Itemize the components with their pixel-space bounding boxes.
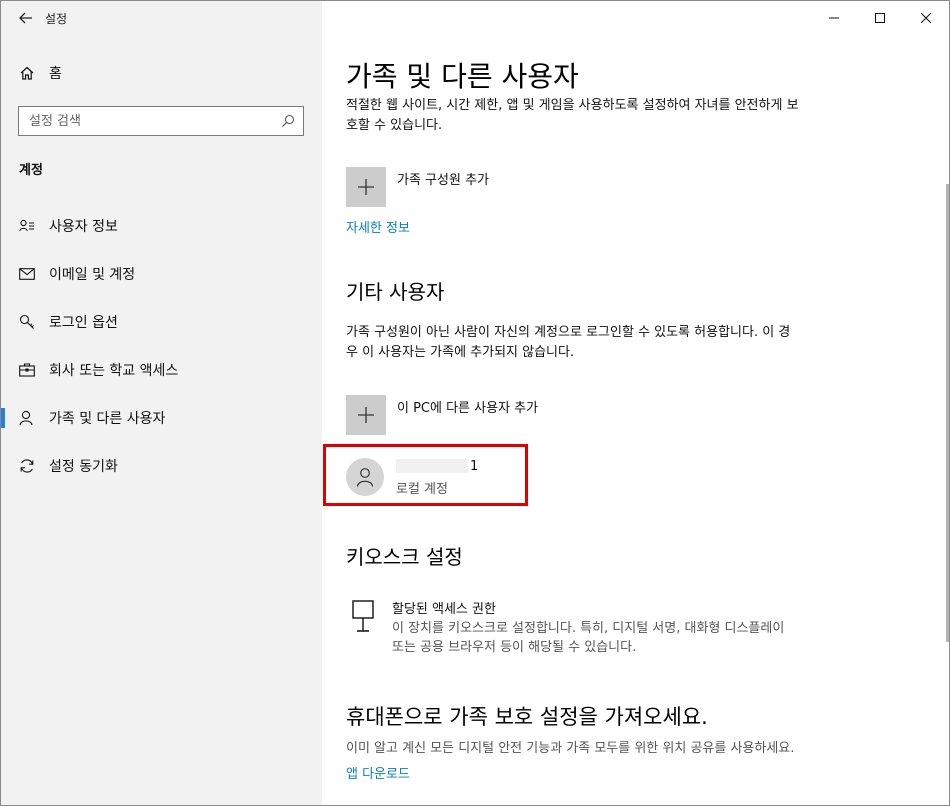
mail-icon	[19, 266, 35, 282]
search-input[interactable]	[19, 112, 273, 130]
home-link[interactable]: 홈	[19, 63, 62, 83]
home-label: 홈	[49, 66, 62, 82]
local-user-account[interactable]: 1 로컬 계정	[346, 457, 478, 497]
settings-window: 설정 홈 계정 사용자 정보 이메일 및 계정	[0, 0, 950, 806]
account-type: 로컬 계정	[396, 482, 448, 497]
briefcase-icon	[19, 362, 35, 378]
more-info-link[interactable]: 자세한 정보	[346, 217, 410, 236]
user-name: 1	[396, 457, 478, 475]
sidebar-item-label: 이메일 및 계정	[49, 267, 136, 283]
sidebar-item-label: 로그인 옵션	[49, 315, 118, 331]
sidebar-item-label: 가족 및 다른 사용자	[49, 411, 166, 427]
add-family-member-button[interactable]: 가족 구성원 추가	[346, 167, 489, 207]
page-title: 가족 및 다른 사용자	[346, 60, 579, 93]
family-description: 적절한 웹 사이트, 시간 제한, 앱 및 게임을 사용하도록 설정하여 자녀를…	[346, 98, 799, 133]
key-icon	[19, 314, 35, 330]
sidebar-item-work-access[interactable]: 회사 또는 학교 액세스	[1, 346, 322, 394]
kiosk-title: 할당된 액세스 권한	[392, 602, 496, 617]
add-family-member-label: 가족 구성원 추가	[397, 173, 489, 188]
section-label-accounts: 계정	[19, 163, 43, 178]
plus-icon	[346, 167, 386, 207]
person-icon	[19, 410, 35, 426]
plus-icon	[346, 395, 386, 435]
back-button[interactable]	[1, 1, 51, 35]
other-users-heading: 기타 사용자	[346, 280, 445, 304]
user-avatar-icon	[356, 468, 374, 487]
sidebar-item-family[interactable]: 가족 및 다른 사용자	[1, 394, 322, 442]
main-content: 가족 및 다른 사용자 적절한 웹 사이트, 시간 제한, 앱 및 게임을 사용…	[322, 1, 949, 805]
close-button[interactable]	[903, 1, 949, 35]
kiosk-description: 이 장치를 키오스크로 설정합니다. 특히, 디지털 서명, 대화형 디스플레이…	[392, 621, 785, 655]
settings-search[interactable]	[18, 106, 304, 136]
sidebar-item-email[interactable]: 이메일 및 계정	[1, 250, 322, 298]
add-other-user-label: 이 PC에 다른 사용자 추가	[397, 401, 539, 416]
redacted-name	[396, 459, 468, 473]
app-title: 설정	[45, 11, 68, 26]
sidebar-item-sync[interactable]: 설정 동기화	[1, 442, 322, 490]
user-info-icon	[19, 218, 35, 234]
add-other-user-button[interactable]: 이 PC에 다른 사용자 추가	[346, 395, 538, 435]
minimize-icon	[829, 17, 839, 19]
avatar	[346, 458, 384, 496]
search-icon[interactable]	[273, 114, 303, 128]
app-download-link[interactable]: 앱 다운로드	[346, 763, 410, 782]
kiosk-icon	[352, 600, 374, 632]
sidebar-item-your-info[interactable]: 사용자 정보	[1, 202, 322, 250]
sidebar-item-label: 회사 또는 학교 액세스	[49, 363, 179, 379]
sidebar-item-label: 사용자 정보	[49, 219, 118, 235]
scrollbar[interactable]	[946, 184, 949, 642]
phone-heading: 휴대폰으로 가족 보호 설정을 가져오세요.	[346, 705, 708, 729]
home-icon	[20, 66, 34, 80]
sidebar-item-sign-in[interactable]: 로그인 옵션	[1, 298, 322, 346]
sidebar-item-label: 설정 동기화	[49, 459, 118, 475]
phone-description: 이미 알고 계신 모든 디지털 안전 기능과 가족 모두를 위한 위치 공유를 …	[346, 741, 795, 756]
sync-icon	[19, 458, 35, 474]
maximize-button[interactable]	[857, 1, 903, 35]
sidebar-nav: 사용자 정보 이메일 및 계정 로그인 옵션 회사 또는 학교 액세스 가족 및…	[1, 202, 322, 490]
other-users-description: 가족 구성원이 아닌 사람이 자신의 계정으로 로그인할 수 있도록 허용합니다…	[346, 325, 791, 360]
assigned-access-option[interactable]: 할당된 액세스 권한 이 장치를 키오스크로 설정합니다. 특히, 디지털 서명…	[352, 598, 792, 657]
maximize-icon	[875, 13, 885, 23]
title-bar: 설정	[1, 1, 322, 35]
sidebar: 설정 홈 계정 사용자 정보 이메일 및 계정	[1, 1, 322, 805]
window-controls	[811, 1, 949, 35]
kiosk-heading: 키오스크 설정	[346, 545, 463, 569]
minimize-button[interactable]	[811, 1, 857, 35]
close-icon	[921, 13, 931, 23]
back-arrow-icon	[19, 12, 32, 24]
